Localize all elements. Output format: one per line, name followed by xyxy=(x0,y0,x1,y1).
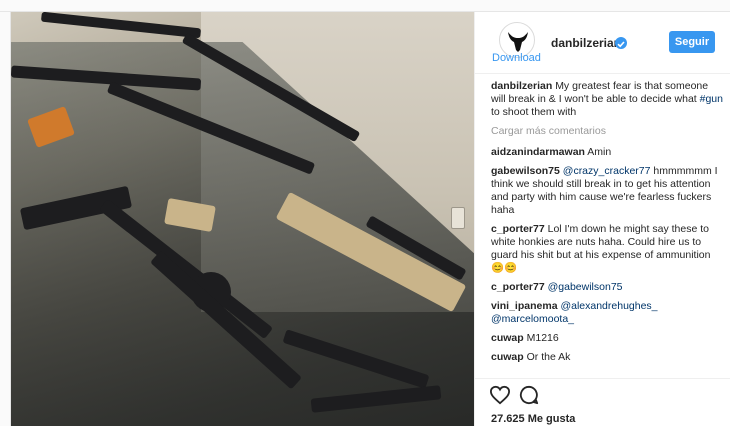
post-username[interactable]: danbilzerian xyxy=(551,36,621,50)
caption: danbilzerian My greatest fear is that so… xyxy=(491,80,723,119)
post-actions: 27.625 Me gusta xyxy=(475,378,730,426)
comment-username[interactable]: aidzanindarmawan xyxy=(491,146,585,158)
comment-item: c_porter77 Lol I'm down he might say the… xyxy=(491,223,723,275)
comment-text: Amin xyxy=(587,146,612,158)
comment-username[interactable]: cuwap xyxy=(491,351,524,363)
heart-icon[interactable] xyxy=(489,385,511,405)
comment-item: gabewilson75 @crazy_cracker77 hmmmmmm I … xyxy=(491,165,723,217)
comment-username[interactable]: vini_ipanema xyxy=(491,300,558,312)
verified-badge-icon xyxy=(615,37,627,49)
comment-icon[interactable] xyxy=(519,385,539,405)
caption-username[interactable]: danbilzerian xyxy=(491,80,552,92)
download-link[interactable]: Download xyxy=(492,52,541,64)
instagram-post: Download danbilzerian Seguir danbilzeria… xyxy=(10,12,730,426)
hashtag-link[interactable]: #gun xyxy=(700,93,723,105)
post-sidebar: Download danbilzerian Seguir danbilzeria… xyxy=(474,12,730,426)
comment-username[interactable]: gabewilson75 xyxy=(491,165,560,177)
comment-item: aidzanindarmawan Amin xyxy=(491,146,723,159)
follow-button[interactable]: Seguir xyxy=(669,31,715,53)
top-bar xyxy=(0,0,730,12)
load-more-comments[interactable]: Cargar más comentarios xyxy=(491,125,723,138)
comment-item: vini_ipanema @alexandrehughes_ @marcelom… xyxy=(491,300,723,326)
likes-count[interactable]: 27.625 Me gusta xyxy=(491,413,575,425)
comment-text: M1216 xyxy=(526,332,559,344)
post-header: Download danbilzerian Seguir xyxy=(475,12,730,74)
comments-list: danbilzerian My greatest fear is that so… xyxy=(491,80,723,375)
post-photo[interactable] xyxy=(11,12,474,426)
comment-mention[interactable]: @crazy_cracker77 xyxy=(563,165,651,177)
comment-text: Or the Ak xyxy=(526,351,571,363)
photo-rifle xyxy=(40,12,202,39)
photo-wall-outlet xyxy=(451,207,465,229)
comment-username[interactable]: cuwap xyxy=(491,332,524,344)
caption-text-end: to shoot them with xyxy=(491,106,577,118)
comment-item: c_porter77 @gabewilson75 xyxy=(491,281,723,294)
comment-username[interactable]: c_porter77 xyxy=(491,223,545,235)
comment-item: cuwap Or the Ak xyxy=(491,351,723,364)
comment-item: cuwap M1216 xyxy=(491,332,723,345)
comment-username[interactable]: c_porter77 xyxy=(491,281,545,293)
comment-mention[interactable]: @gabewilson75 xyxy=(548,281,623,293)
